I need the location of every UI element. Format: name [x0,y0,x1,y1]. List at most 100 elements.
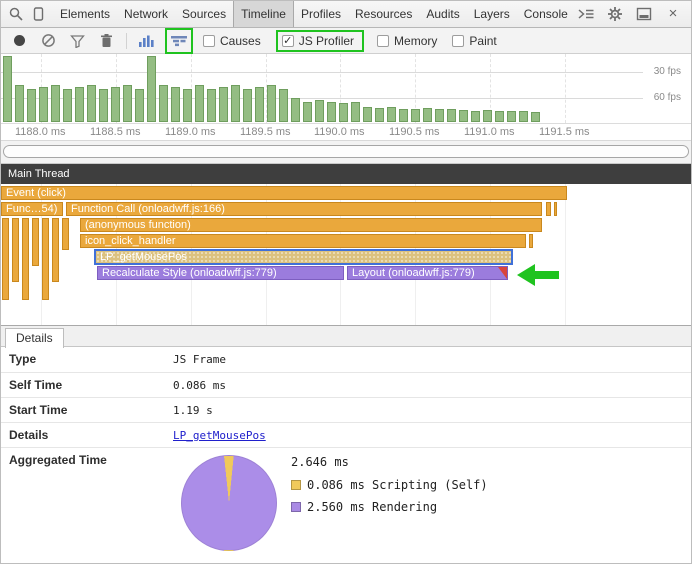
details-tabbar: Details [1,325,691,347]
frame-bar[interactable] [255,87,264,122]
tab-resources[interactable]: Resources [348,1,419,27]
frame-bar[interactable] [3,56,12,122]
frame-bar[interactable] [291,98,300,122]
tab-network[interactable]: Network [117,1,175,27]
frame-bar[interactable] [267,85,276,122]
tab-console[interactable]: Console [517,1,575,27]
frame-bar[interactable] [483,110,492,122]
frame-bar[interactable] [111,87,120,122]
checkbox-box[interactable] [452,35,464,47]
console-drawer-icon[interactable] [575,3,597,25]
frame-bar[interactable] [447,109,456,122]
frame-bar[interactable] [159,85,168,122]
frame-bar[interactable] [495,111,504,122]
frame-bar[interactable] [375,108,384,122]
frame-bar[interactable] [351,102,360,122]
flame-bar-icon-click-handler[interactable]: icon_click_handler [80,234,526,248]
flame-minor-bar[interactable] [32,218,39,266]
device-mode-icon[interactable] [27,3,49,25]
dock-side-icon[interactable] [633,3,655,25]
tab-layers[interactable]: Layers [467,1,517,27]
tab-profiles[interactable]: Profiles [294,1,348,27]
overview-scrollbar-thumb[interactable] [3,145,689,158]
frame-bar[interactable] [195,85,204,122]
flame-minor-bar[interactable] [2,218,9,300]
details-function-link[interactable]: LP_getMousePos [173,429,266,442]
frame-bar[interactable] [39,87,48,122]
flame-bar-lp-getmousepos[interactable]: LP_getMousePos [95,250,512,264]
frame-bar[interactable] [303,102,312,122]
frame-bar[interactable] [387,107,396,122]
flame-bar[interactable] [546,202,551,216]
checkbox-paint[interactable]: Paint [452,34,496,48]
flame-minor-bar[interactable] [42,218,49,300]
checkbox-box[interactable] [377,35,389,47]
clear-button[interactable] [38,31,58,51]
frame-bar[interactable] [339,103,348,122]
frame-bar[interactable] [459,110,468,122]
record-button[interactable] [9,31,29,51]
checkbox-box[interactable] [203,35,215,47]
frame-bar[interactable] [315,100,324,122]
frame-bar[interactable] [87,85,96,122]
flame-bar[interactable] [529,234,533,248]
flame-bar-recalculate-style-onloadwff-js-779[interactable]: Recalculate Style (onloadwff.js:779) [97,266,344,280]
settings-gear-icon[interactable] [604,3,626,25]
filter-icon[interactable] [67,31,87,51]
frame-bar[interactable] [231,85,240,122]
frame-bar[interactable] [327,102,336,122]
flame-bar-func-54[interactable]: Func…54) [1,202,63,216]
tab-sources[interactable]: Sources [175,1,233,27]
flame-bar-anonymous-function[interactable]: (anonymous function) [80,218,542,232]
frame-bar[interactable] [219,87,228,122]
ruler-tick-label: 1190.5 ms [389,126,440,138]
checkbox-box[interactable]: ✓ [282,35,294,47]
tab-timeline[interactable]: Timeline [233,1,294,27]
frame-bar[interactable] [435,109,444,122]
checkbox-causes[interactable]: Causes [203,34,261,48]
frame-bar[interactable] [207,89,216,122]
frame-bar[interactable] [147,56,156,122]
frame-bar[interactable] [15,85,24,122]
frame-bar[interactable] [423,108,432,122]
counters-icon[interactable] [136,31,156,51]
flame-minor-bar[interactable] [22,218,29,300]
frame-bar[interactable] [135,89,144,122]
tab-audits[interactable]: Audits [419,1,466,27]
overview-scrollbar[interactable] [1,141,691,164]
frame-bar[interactable] [399,109,408,122]
frame-bar[interactable] [63,89,72,122]
checkbox-js-profiler[interactable]: ✓JS Profiler [276,30,364,52]
frame-bar[interactable] [279,89,288,122]
flame-minor-bar[interactable] [62,218,69,250]
frame-bar[interactable] [531,112,540,122]
flame-bar[interactable] [554,202,557,216]
frame-bar[interactable] [411,109,420,122]
checkbox-memory[interactable]: Memory [377,34,437,48]
frame-bar[interactable] [507,111,516,122]
flame-minor-bar[interactable] [52,218,59,282]
frame-bar[interactable] [171,87,180,122]
flame-bar-layout-onloadwff-js-779[interactable]: Layout (onloadwff.js:779) [347,266,508,280]
flame-chart-toggle-icon[interactable] [169,31,189,51]
frame-bar[interactable] [183,89,192,122]
tab-details[interactable]: Details [5,328,64,348]
inspect-element-icon[interactable] [5,3,27,25]
flame-minor-bar[interactable] [12,218,19,282]
frame-bar[interactable] [243,89,252,122]
frame-bar[interactable] [471,111,480,122]
flame-bar-event-click[interactable]: Event (click) [1,186,567,200]
frame-bar[interactable] [75,87,84,122]
frame-bar[interactable] [519,111,528,122]
tab-elements[interactable]: Elements [53,1,117,27]
flame-chart[interactable]: Event (click) Func…54)Function Call (onlo… [1,184,691,325]
frame-bar[interactable] [51,85,60,122]
frame-bar[interactable] [27,89,36,122]
garbage-collect-icon[interactable] [96,31,116,51]
flame-bar-function-call-onloadwff-js-166[interactable]: Function Call (onloadwff.js:166) [66,202,542,216]
close-devtools-icon[interactable]: × [662,3,684,25]
frame-bar[interactable] [99,89,108,122]
frame-bar[interactable] [123,85,132,122]
frame-bar[interactable] [363,107,372,122]
frames-overview[interactable]: 30 fps60 fps [1,54,691,124]
